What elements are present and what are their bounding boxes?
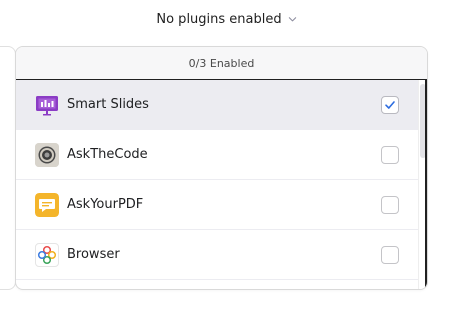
plugin-dropdown-label: No plugins enabled (156, 11, 282, 27)
slides-icon (35, 93, 59, 117)
plugin-checkbox-askyourpdf[interactable] (381, 195, 399, 214)
code-seal-icon (35, 142, 59, 167)
plugin-list: Smart Slides AskTheCode AskYourPDF Brows… (16, 80, 427, 289)
plugin-row-smart-slides[interactable]: Smart Slides (16, 80, 427, 130)
plugin-checkbox-smart-slides[interactable] (381, 95, 399, 114)
plugin-name: AskYourPDF (67, 197, 144, 212)
adjacent-panel-edge (0, 46, 16, 290)
plugin-row-askyourpdf[interactable]: AskYourPDF (16, 180, 427, 230)
panel-right-border (425, 80, 427, 289)
plugin-list-panel: 0/3 Enabled Smart Slides AskTheCode AskY… (15, 46, 428, 290)
enabled-count-header: 0/3 Enabled (16, 47, 427, 80)
browser-flower-icon (35, 242, 59, 267)
plugin-name: Browser (67, 247, 120, 262)
plugin-name: Smart Slides (67, 97, 149, 112)
plugin-row-browser[interactable]: Browser (16, 230, 427, 280)
plugin-name: AskTheCode (67, 147, 148, 162)
plugin-row-askthecode[interactable]: AskTheCode (16, 130, 427, 180)
plugin-checkbox-browser[interactable] (381, 245, 399, 264)
enabled-count-text: 0/3 Enabled (188, 56, 255, 70)
plugin-dropdown-trigger[interactable]: No plugins enabled (0, 8, 453, 30)
pdf-bubble-icon (35, 192, 59, 217)
plugin-checkbox-askthecode[interactable] (381, 145, 399, 164)
checkmark-icon (385, 100, 395, 109)
chevron-down-icon (288, 16, 296, 21)
plugin-picker-stage: No plugins enabled 0/3 Enabled Smart Sli… (0, 0, 453, 335)
